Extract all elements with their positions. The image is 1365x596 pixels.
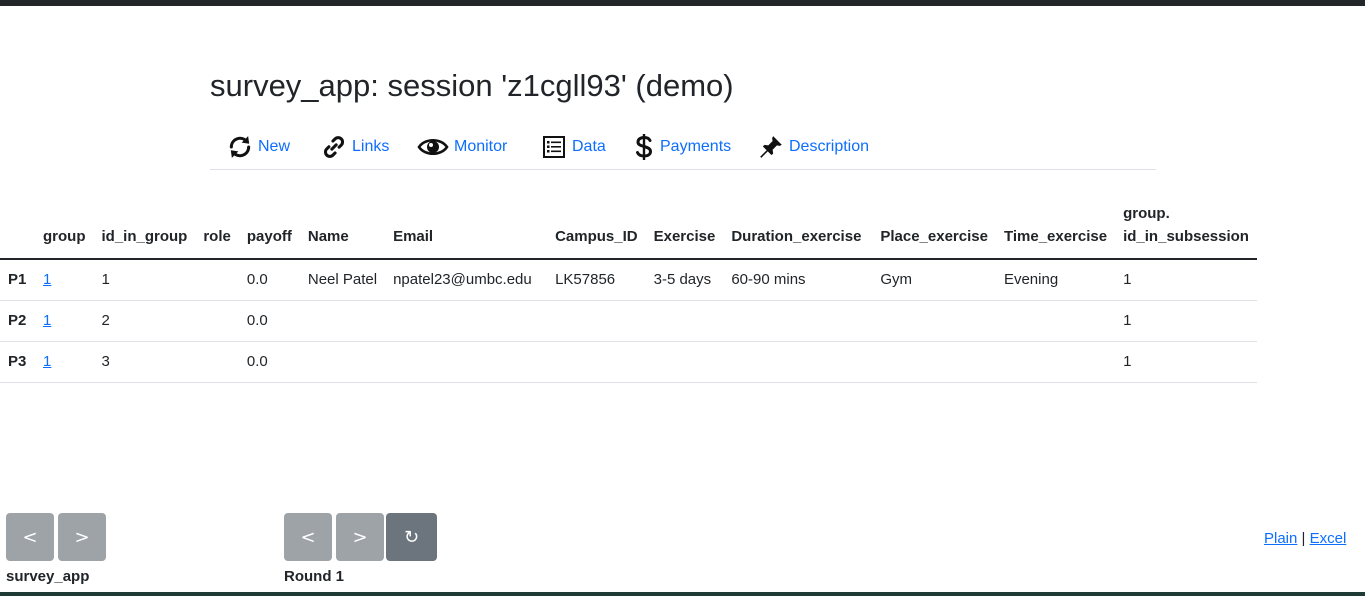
pushpin-icon [757,133,785,161]
header-exercise: Exercise [645,196,724,260]
plain-export-link[interactable]: Plain [1264,530,1297,547]
round-label: Round 1 [284,568,344,585]
nav-monitor-label: Monitor [454,138,508,155]
nav-data-label: Data [572,138,606,155]
header-participant [0,196,35,260]
role-cell [195,259,239,301]
export-separator: | [1301,530,1306,547]
exercise-cell [645,341,724,383]
list-icon [540,133,568,161]
name-cell: Neel Patel [299,259,386,301]
table-row: P2 1 2 0.0 1 [0,300,1257,342]
header-group-prefix: group. [1123,205,1170,222]
group-cell: 1 [35,259,94,301]
export-links: Plain | Excel [1264,530,1346,547]
group-id-in-subsession-cell: 1 [1115,259,1257,301]
nav-monitor[interactable]: Monitor [416,133,507,161]
group-link[interactable]: 1 [43,312,51,329]
header-campus-id: Campus_ID [547,196,646,260]
campus-id-cell [547,300,646,342]
group-link[interactable]: 1 [43,271,51,288]
page-title: survey_app: session 'z1cgll93' (demo) [210,68,734,103]
excel-export-link[interactable]: Excel [1310,530,1347,547]
header-id-in-subsession: id_in_subsession [1123,228,1249,245]
id-in-group-cell: 2 [93,300,196,342]
nav-new-label: New [258,138,291,155]
table-row: P3 1 3 0.0 1 [0,341,1257,383]
email-cell [385,300,548,342]
table-header-row: group id_in_group role payoff Name Email… [0,196,1257,260]
app-next-button[interactable]: > [58,513,106,561]
nav-description-label: Description [789,138,870,155]
email-cell: npatel23@umbc.edu [385,259,548,301]
name-cell [299,300,386,342]
participant-data-table: group id_in_group role payoff Name Email… [0,196,1257,383]
nav-new[interactable]: New [226,133,290,161]
duration-exercise-cell [723,300,873,342]
session-navbar: New Links Monitor Data Payments Descript… [210,126,1156,170]
campus-id-cell: LK57856 [547,259,646,301]
app-label: survey_app [6,568,90,585]
place-exercise-cell [872,341,996,383]
place-exercise-cell: Gym [872,259,996,301]
name-cell [299,341,386,383]
header-group: group [35,196,94,260]
duration-exercise-cell [723,341,873,383]
table-row: P1 1 1 0.0 Neel Patel npatel23@umbc.edu … [0,259,1257,301]
header-role: role [195,196,239,260]
role-cell [195,300,239,342]
payoff-cell: 0.0 [238,259,300,301]
refresh-button[interactable]: ↻ [386,513,437,561]
time-exercise-cell [995,300,1116,342]
exercise-cell [645,300,724,342]
group-id-in-subsession-cell: 1 [1115,300,1257,342]
nav-description[interactable]: Description [757,133,869,161]
header-email: Email [385,196,548,260]
id-in-group-cell: 1 [93,259,196,301]
exercise-cell: 3-5 days [645,259,724,301]
payoff-cell: 0.0 [238,300,300,342]
group-cell: 1 [35,341,94,383]
header-name: Name [299,196,386,260]
eye-icon [416,133,450,161]
round-next-button[interactable]: > [336,513,384,561]
participant-code: P3 [0,341,35,383]
campus-id-cell [547,341,646,383]
header-duration-exercise: Duration_exercise [723,196,873,260]
round-prev-button[interactable]: < [284,513,332,561]
header-place-exercise: Place_exercise [872,196,996,260]
group-id-in-subsession-cell: 1 [1115,341,1257,383]
app-prev-button[interactable]: < [6,513,54,561]
nav-data[interactable]: Data [540,133,606,161]
duration-exercise-cell: 60-90 mins [723,259,873,301]
place-exercise-cell [872,300,996,342]
nav-payments-label: Payments [660,138,732,155]
link-icon [320,133,348,161]
email-cell [385,341,548,383]
bottom-strip [0,592,1365,596]
nav-payments[interactable]: Payments [632,133,731,161]
time-exercise-cell: Evening [995,259,1116,301]
role-cell [195,341,239,383]
nav-links[interactable]: Links [320,133,389,161]
payoff-cell: 0.0 [238,341,300,383]
group-cell: 1 [35,300,94,342]
id-in-group-cell: 3 [93,341,196,383]
dollar-icon [632,133,656,161]
time-exercise-cell [995,341,1116,383]
top-strip [0,0,1365,6]
header-id-in-group: id_in_group [93,196,196,260]
nav-links-label: Links [352,138,390,155]
header-payoff: payoff [238,196,300,260]
participant-code: P2 [0,300,35,342]
header-time-exercise: Time_exercise [995,196,1116,260]
group-link[interactable]: 1 [43,353,51,370]
participant-code: P1 [0,259,35,301]
refresh-icon [226,133,254,161]
header-group-id-in-subsession: group. id_in_subsession [1115,196,1257,260]
